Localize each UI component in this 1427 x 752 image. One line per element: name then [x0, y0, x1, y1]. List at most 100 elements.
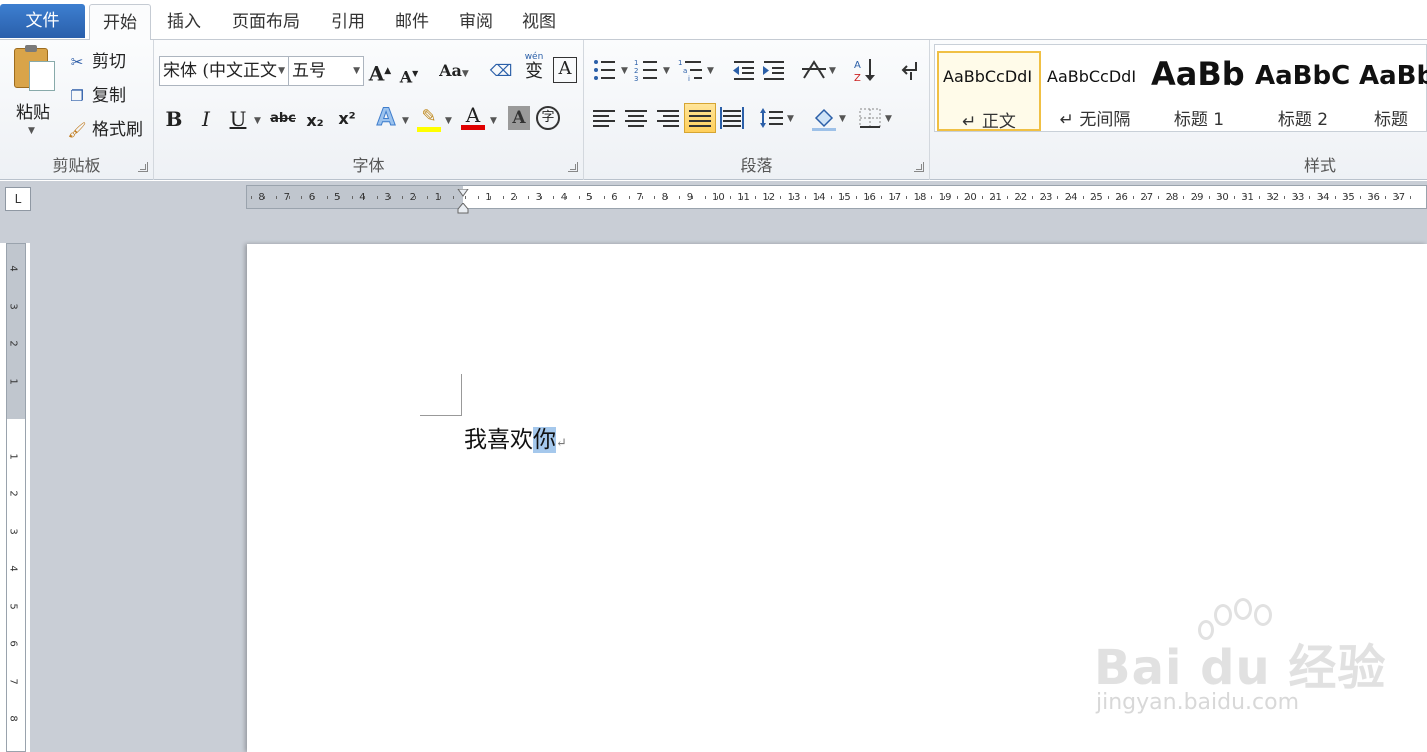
style-heading-1[interactable]: AaBb 标题 1 — [1147, 51, 1251, 131]
ruler-minor-tick — [503, 196, 504, 199]
ruler-minor-tick — [730, 196, 731, 199]
clipboard-group: 粘贴 ▼ ✂ 剪切 ❐ 复制 🖌 格式刷 剪贴板 — [0, 40, 154, 180]
selected-text: 你 — [533, 427, 556, 453]
tab-references[interactable]: 引用 — [322, 4, 374, 40]
increase-indent-button[interactable] — [760, 56, 788, 84]
shading-button[interactable] — [810, 104, 838, 132]
font-launcher-icon[interactable] — [568, 162, 578, 172]
ruler-minor-tick — [742, 196, 743, 199]
horizontal-ruler[interactable]: 87654321 1234567891011121314151617181920… — [246, 184, 1427, 214]
ruler-minor-tick — [616, 196, 617, 199]
char-border-button[interactable]: A — [553, 57, 577, 83]
chevron-down-icon[interactable]: ▼ — [839, 114, 846, 124]
file-tab[interactable]: 文件 — [0, 4, 85, 38]
ruler-tick: 29 — [1190, 192, 1204, 203]
clipboard-launcher-icon[interactable] — [138, 162, 148, 172]
text-effects-button[interactable]: A — [372, 102, 400, 132]
distributed-button[interactable] — [718, 104, 746, 132]
ruler-minor-tick — [453, 196, 454, 199]
line-spacing-button[interactable] — [758, 104, 786, 132]
ruler-minor-tick — [1284, 196, 1285, 199]
ruler-tick: 3 — [7, 302, 19, 310]
ruler-minor-tick — [440, 196, 441, 199]
ruler-minor-tick — [553, 196, 554, 199]
show-marks-button[interactable] — [896, 56, 924, 84]
first-line-indent-marker[interactable] — [457, 184, 469, 197]
char-shading-button[interactable]: A — [508, 106, 530, 130]
align-left-button[interactable] — [590, 104, 618, 132]
bullets-button[interactable] — [592, 56, 620, 84]
numbering-button[interactable]: 123 — [634, 56, 662, 84]
paragraph-launcher-icon[interactable] — [914, 162, 924, 172]
justify-button[interactable] — [684, 103, 716, 133]
underline-button[interactable]: U — [226, 104, 250, 134]
text-run: 我喜欢 — [464, 427, 533, 453]
tab-page-layout[interactable]: 页面布局 — [220, 4, 312, 40]
font-name-combo[interactable]: 宋体 (中文正文 ▼ — [159, 56, 289, 86]
chinese-layout-button[interactable] — [800, 56, 828, 84]
vertical-ruler[interactable]: 4 3 2 1 1 2 3 4 5 6 7 8 — [6, 243, 26, 752]
phonetic-guide-button[interactable]: wén 变 — [520, 52, 548, 86]
borders-button[interactable] — [856, 104, 884, 132]
ruler-minor-tick — [1158, 196, 1159, 199]
style-heading-2[interactable]: AaBbC 标题 2 — [1251, 51, 1355, 131]
style-title[interactable]: AaBb 标题 — [1355, 51, 1427, 131]
cut-button[interactable]: ✂ 剪切 — [66, 48, 150, 76]
tab-review[interactable]: 审阅 — [450, 4, 502, 40]
align-right-button[interactable] — [654, 104, 682, 132]
italic-button[interactable]: I — [194, 104, 218, 134]
document-text[interactable]: 我喜欢你↵ — [464, 420, 567, 454]
tab-home[interactable]: 开始 — [89, 4, 151, 41]
chevron-down-icon[interactable]: ▼ — [402, 116, 409, 126]
sort-button[interactable]: AZ — [852, 56, 880, 84]
ruler-minor-tick — [1410, 196, 1411, 199]
change-case-button[interactable]: Aa▼ — [436, 56, 472, 86]
strikethrough-button[interactable]: abc — [268, 104, 298, 134]
eraser-icon: ⌫ — [489, 61, 513, 80]
decrease-indent-button[interactable] — [730, 56, 758, 84]
multilevel-list-button[interactable]: 1ai — [678, 56, 706, 84]
ruler-tick: 14 — [812, 192, 826, 203]
chevron-down-icon[interactable]: ▼ — [829, 66, 836, 76]
style-no-spacing[interactable]: AaBbCcDdI ↵ 无间隔 — [1043, 51, 1147, 131]
ruler-tick: 3 — [7, 527, 19, 535]
style-normal[interactable]: AaBbCcDdI ↵ 正文 — [937, 51, 1041, 131]
paste-button[interactable]: 粘贴 ▼ — [8, 45, 58, 146]
chevron-down-icon[interactable]: ▼ — [490, 116, 497, 126]
align-center-button[interactable] — [622, 104, 650, 132]
chevron-down-icon[interactable]: ▼ — [663, 66, 670, 76]
chevron-down-icon[interactable]: ▼ — [707, 66, 714, 76]
tab-view[interactable]: 视图 — [513, 4, 565, 40]
tab-selector-button[interactable]: L — [5, 187, 31, 211]
ruler-minor-tick — [642, 196, 643, 199]
ruler-minor-tick — [894, 196, 895, 199]
distributed-icon — [720, 107, 744, 129]
enclose-char-button[interactable]: 字 — [536, 106, 560, 130]
hanging-indent-marker[interactable] — [457, 200, 469, 214]
grow-font-button[interactable]: A▲ — [368, 56, 392, 86]
style-name: 标题 1 — [1173, 110, 1225, 130]
cut-label: 剪切 — [92, 52, 126, 72]
bold-button[interactable]: B — [162, 104, 186, 134]
ruler-minor-tick — [1372, 196, 1373, 199]
font-color-button[interactable]: A — [460, 100, 486, 130]
ruler-minor-tick — [1020, 196, 1021, 199]
clear-format-button[interactable]: ⌫ — [488, 56, 514, 86]
format-painter-button[interactable]: 🖌 格式刷 — [66, 116, 150, 144]
ruler-minor-tick — [566, 196, 567, 199]
superscript-button[interactable]: x² — [334, 104, 360, 134]
chevron-down-icon[interactable]: ▼ — [885, 114, 892, 124]
tab-insert[interactable]: 插入 — [156, 4, 212, 40]
chevron-down-icon[interactable]: ▼ — [445, 116, 452, 126]
shrink-font-button[interactable]: A▼ — [398, 58, 420, 88]
tab-mailings[interactable]: 邮件 — [386, 4, 438, 40]
highlight-button[interactable]: ✎ — [416, 102, 442, 132]
chevron-down-icon[interactable]: ▼ — [254, 116, 261, 126]
font-size-combo[interactable]: 五号 ▼ — [288, 56, 364, 86]
styles-group: AaBbCcDdI ↵ 正文 AaBbCcDdI ↵ 无间隔 AaBb 标题 1… — [930, 40, 1427, 180]
copy-button[interactable]: ❐ 复制 — [66, 82, 150, 110]
align-right-icon — [657, 110, 679, 127]
chevron-down-icon[interactable]: ▼ — [621, 66, 628, 76]
chevron-down-icon[interactable]: ▼ — [787, 114, 794, 124]
subscript-button[interactable]: x₂ — [302, 106, 328, 136]
